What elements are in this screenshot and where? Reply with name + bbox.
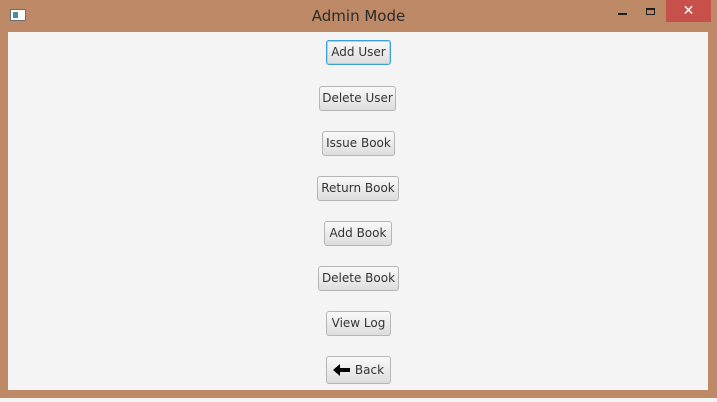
left-arrow-icon <box>332 364 350 376</box>
delete-user-button[interactable]: Delete User <box>319 86 396 111</box>
view-log-button[interactable]: View Log <box>326 311 391 336</box>
minimize-icon <box>617 13 627 15</box>
add-book-button[interactable]: Add Book <box>324 221 392 246</box>
return-book-button[interactable]: Return Book <box>317 176 399 201</box>
close-icon: ✕ <box>682 3 695 19</box>
issue-book-button[interactable]: Issue Book <box>322 131 395 156</box>
back-button-label: Back <box>354 362 385 377</box>
admin-menu-panel: Add User Delete User Issue Book Return B… <box>8 32 708 390</box>
minimize-button[interactable] <box>609 0 635 22</box>
add-user-button[interactable]: Add User <box>326 40 391 65</box>
admin-mode-window: Admin Mode ✕ Add User Delete User Issue … <box>0 0 717 398</box>
back-button[interactable]: Back <box>326 356 391 384</box>
close-button[interactable]: ✕ <box>666 0 711 22</box>
title-bar[interactable]: Admin Mode ✕ <box>0 0 717 32</box>
delete-book-button[interactable]: Delete Book <box>318 266 399 291</box>
maximize-icon <box>645 7 655 15</box>
maximize-button[interactable] <box>637 0 663 22</box>
